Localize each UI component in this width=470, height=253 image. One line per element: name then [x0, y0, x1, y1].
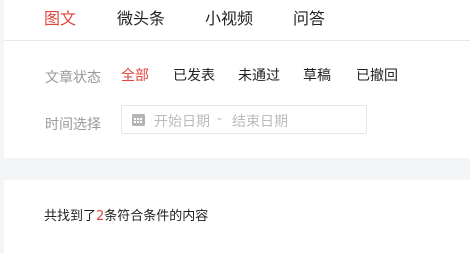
status-option-withdrawn[interactable]: 已撤回 — [356, 66, 398, 86]
tab-qa[interactable]: 问答 — [293, 8, 325, 30]
result-summary: 共找到了2条符合条件的内容 — [44, 205, 208, 224]
calendar-icon — [132, 114, 145, 126]
start-date-field[interactable]: 开始日期 — [154, 111, 210, 131]
status-filter-label: 文章状态 — [45, 70, 101, 86]
content-type-tabs: 图文 微头条 小视频 问答 — [4, 0, 470, 41]
tab-micro-headlines[interactable]: 微头条 — [117, 8, 165, 30]
date-range-picker[interactable]: 开始日期 - 结束日期 — [121, 105, 367, 134]
tab-short-videos[interactable]: 小视频 — [205, 8, 253, 30]
filter-panel: 图文 微头条 小视频 问答 文章状态 全部 已发表 未通过 草稿 已撤回 时间选… — [4, 0, 470, 158]
status-option-all[interactable]: 全部 — [121, 66, 149, 86]
result-suffix: 条符合条件的内容 — [104, 209, 209, 224]
result-prefix: 共找到了 — [44, 209, 97, 224]
date-range-separator: - — [217, 111, 223, 127]
end-date-field[interactable]: 结束日期 — [232, 111, 288, 131]
tab-articles[interactable]: 图文 — [44, 8, 76, 30]
time-filter-label: 时间选择 — [45, 117, 101, 133]
status-option-draft[interactable]: 草稿 — [303, 66, 331, 86]
status-option-rejected[interactable]: 未通过 — [238, 66, 280, 86]
status-option-published[interactable]: 已发表 — [173, 66, 215, 86]
results-panel: 共找到了2条符合条件的内容 — [4, 180, 470, 253]
